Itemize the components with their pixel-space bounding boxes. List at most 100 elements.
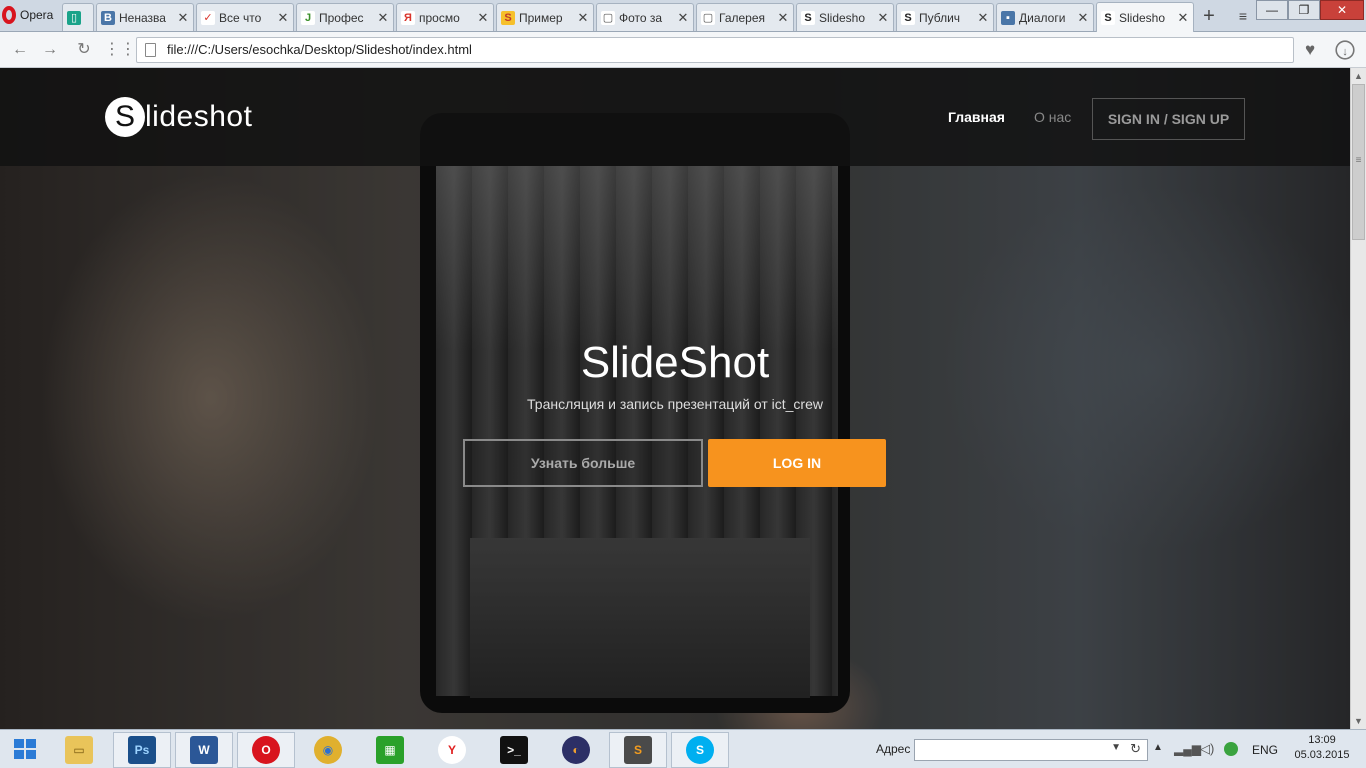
address-bar[interactable]: file:///C:/Users/esochka/Desktop/Slidesh… bbox=[136, 37, 1294, 63]
chevron-down-icon[interactable]: ▼ bbox=[1111, 742, 1121, 753]
browser-tab-active[interactable]: S Slidesho ✕ bbox=[1096, 2, 1194, 32]
clock-date: 05.03.2015 bbox=[1294, 749, 1350, 761]
tab-title: Пример bbox=[519, 10, 563, 25]
tab-favicon-icon: S bbox=[1101, 10, 1115, 25]
taskbar-sublime[interactable]: S bbox=[609, 732, 667, 768]
tab-close-icon[interactable]: ✕ bbox=[477, 10, 489, 26]
opera-icon: O bbox=[252, 736, 280, 764]
browser-tab[interactable]: ▯ bbox=[62, 3, 94, 31]
store-icon: ▦ bbox=[376, 736, 404, 764]
nav-home-link[interactable]: Главная bbox=[948, 109, 1005, 125]
volume-icon[interactable]: ◁) bbox=[1200, 741, 1214, 757]
taskbar-cmd[interactable]: >_ bbox=[485, 732, 543, 768]
tab-favicon-icon: ▪ bbox=[1001, 10, 1015, 25]
taskbar-opera[interactable]: O bbox=[237, 732, 295, 768]
sublime-text-icon: S bbox=[624, 736, 652, 764]
browser-tab[interactable]: ▢ Галерея ✕ bbox=[696, 3, 794, 31]
hero-title: SlideShot bbox=[580, 338, 770, 387]
browser-tab-strip: Opera ▯ B Неназва ✕ ✓ Все что ✕ J Профес… bbox=[0, 0, 1366, 32]
skype-icon: S bbox=[686, 736, 714, 764]
reload-icon[interactable]: ↻ bbox=[72, 38, 96, 62]
tab-close-icon[interactable]: ✕ bbox=[177, 10, 189, 26]
command-prompt-icon: >_ bbox=[500, 736, 528, 764]
taskbar-yandex[interactable]: Y bbox=[423, 732, 481, 768]
tab-favicon-icon: ▢ bbox=[701, 10, 715, 25]
tab-title: Slidesho bbox=[1119, 10, 1166, 25]
system-clock[interactable]: 13:09 05.03.2015 bbox=[1292, 733, 1352, 763]
windows-logo-icon bbox=[14, 739, 36, 759]
taskbar-eclipse[interactable]: ◐ bbox=[547, 732, 605, 768]
start-button[interactable] bbox=[0, 730, 50, 768]
tab-close-icon[interactable]: ✕ bbox=[1077, 10, 1089, 26]
browser-tab[interactable]: ✓ Все что ✕ bbox=[196, 3, 294, 31]
tab-close-icon[interactable]: ✕ bbox=[377, 10, 389, 26]
back-arrow-icon[interactable]: ← bbox=[8, 38, 32, 62]
tab-title: Все что bbox=[219, 10, 262, 25]
opera-menu-button[interactable]: Opera bbox=[0, 0, 62, 30]
taskbar-word[interactable]: W bbox=[175, 732, 233, 768]
browser-tab[interactable]: Я просмо ✕ bbox=[396, 3, 494, 31]
taskbar-explorer[interactable]: ▭ bbox=[50, 732, 108, 768]
scroll-down-arrow-icon[interactable]: ▼ bbox=[1351, 713, 1366, 729]
taskbar-chrome[interactable]: ◉ bbox=[299, 732, 357, 768]
tab-title: Профес bbox=[319, 10, 364, 25]
opera-menu-label: Opera bbox=[20, 8, 54, 22]
tab-favicon-icon: ▢ bbox=[601, 10, 615, 25]
taskbar-address-label: Адрес bbox=[876, 742, 911, 756]
network-icon[interactable] bbox=[1224, 742, 1238, 756]
minimize-button[interactable]: — bbox=[1256, 0, 1288, 20]
brand-text: lideshot bbox=[145, 100, 253, 133]
new-tab-button[interactable]: + bbox=[1198, 5, 1220, 27]
nav-about-link[interactable]: О нас bbox=[1034, 109, 1071, 125]
window-controls: — ❐ ✕ bbox=[1256, 0, 1364, 20]
site-logo[interactable]: S lideshot bbox=[105, 97, 252, 137]
language-indicator[interactable]: ENG bbox=[1252, 743, 1278, 757]
scroll-up-arrow-icon[interactable]: ▲ bbox=[1351, 68, 1366, 84]
scroll-grip-icon: ≡ bbox=[1355, 155, 1362, 166]
page-scrollbar[interactable]: ▲ ≡ ▼ bbox=[1350, 68, 1366, 729]
tab-close-icon[interactable]: ✕ bbox=[277, 10, 289, 26]
taskbar-photoshop[interactable]: Ps bbox=[113, 732, 171, 768]
log-in-button[interactable]: LOG IN bbox=[708, 439, 886, 487]
browser-tab[interactable]: J Профес ✕ bbox=[296, 3, 394, 31]
tab-favicon-icon: S bbox=[901, 10, 915, 25]
browser-tab[interactable]: ▪ Диалоги ✕ bbox=[996, 3, 1094, 31]
page-icon bbox=[145, 43, 156, 57]
tab-close-icon[interactable]: ✕ bbox=[677, 10, 689, 26]
tab-favicon-icon: S bbox=[501, 10, 515, 25]
refresh-icon[interactable]: ↻ bbox=[1130, 741, 1141, 757]
browser-tab[interactable]: S Slidesho ✕ bbox=[796, 3, 894, 31]
tab-favicon-icon: S bbox=[801, 10, 815, 25]
eclipse-icon: ◐ bbox=[562, 736, 590, 764]
tab-close-icon[interactable]: ✕ bbox=[877, 10, 889, 26]
taskbar-skype[interactable]: S bbox=[671, 732, 729, 768]
clock-time: 13:09 bbox=[1308, 734, 1336, 746]
sign-in-sign-up-button[interactable]: SIGN IN / SIGN UP bbox=[1092, 98, 1245, 140]
browser-tab[interactable]: ▢ Фото за ✕ bbox=[596, 3, 694, 31]
signal-icon[interactable]: ▂▄▆ bbox=[1174, 742, 1201, 756]
tab-close-icon[interactable]: ✕ bbox=[977, 10, 989, 26]
opera-logo-icon bbox=[2, 6, 16, 24]
forward-arrow-icon[interactable]: → bbox=[38, 38, 62, 62]
explorer-icon: ▭ bbox=[65, 736, 93, 764]
download-icon[interactable]: ↓ bbox=[1335, 40, 1355, 60]
heart-bookmark-icon[interactable]: ♥ bbox=[1298, 38, 1322, 62]
speed-dial-grid-icon[interactable]: ⋮⋮ bbox=[104, 38, 136, 62]
tab-title: Неназва bbox=[119, 10, 166, 25]
windows-taskbar: ▭ Ps W O ◉ ▦ Y >_ ◐ S S Адрес ▼ ↻ ▲ ▂▄▆ … bbox=[0, 729, 1366, 768]
tab-close-icon[interactable]: ✕ bbox=[777, 10, 789, 26]
browser-tab[interactable]: S Пример ✕ bbox=[496, 3, 594, 31]
taskbar-address-input[interactable]: ▼ ↻ bbox=[914, 739, 1148, 761]
tray-expand-icon[interactable]: ▲ bbox=[1153, 742, 1163, 753]
learn-more-button[interactable]: Узнать больше bbox=[463, 439, 703, 487]
scroll-thumb[interactable]: ≡ bbox=[1352, 84, 1365, 240]
tab-close-icon[interactable]: ✕ bbox=[1177, 10, 1189, 26]
taskbar-store[interactable]: ▦ bbox=[361, 732, 419, 768]
browser-tab[interactable]: B Неназва ✕ bbox=[96, 3, 194, 31]
close-window-button[interactable]: ✕ bbox=[1320, 0, 1364, 20]
tab-title: просмо bbox=[419, 10, 460, 25]
tab-menu-icon[interactable]: ≡ bbox=[1232, 5, 1254, 27]
browser-tab[interactable]: S Публич ✕ bbox=[896, 3, 994, 31]
tab-close-icon[interactable]: ✕ bbox=[577, 10, 589, 26]
maximize-button[interactable]: ❐ bbox=[1288, 0, 1320, 20]
